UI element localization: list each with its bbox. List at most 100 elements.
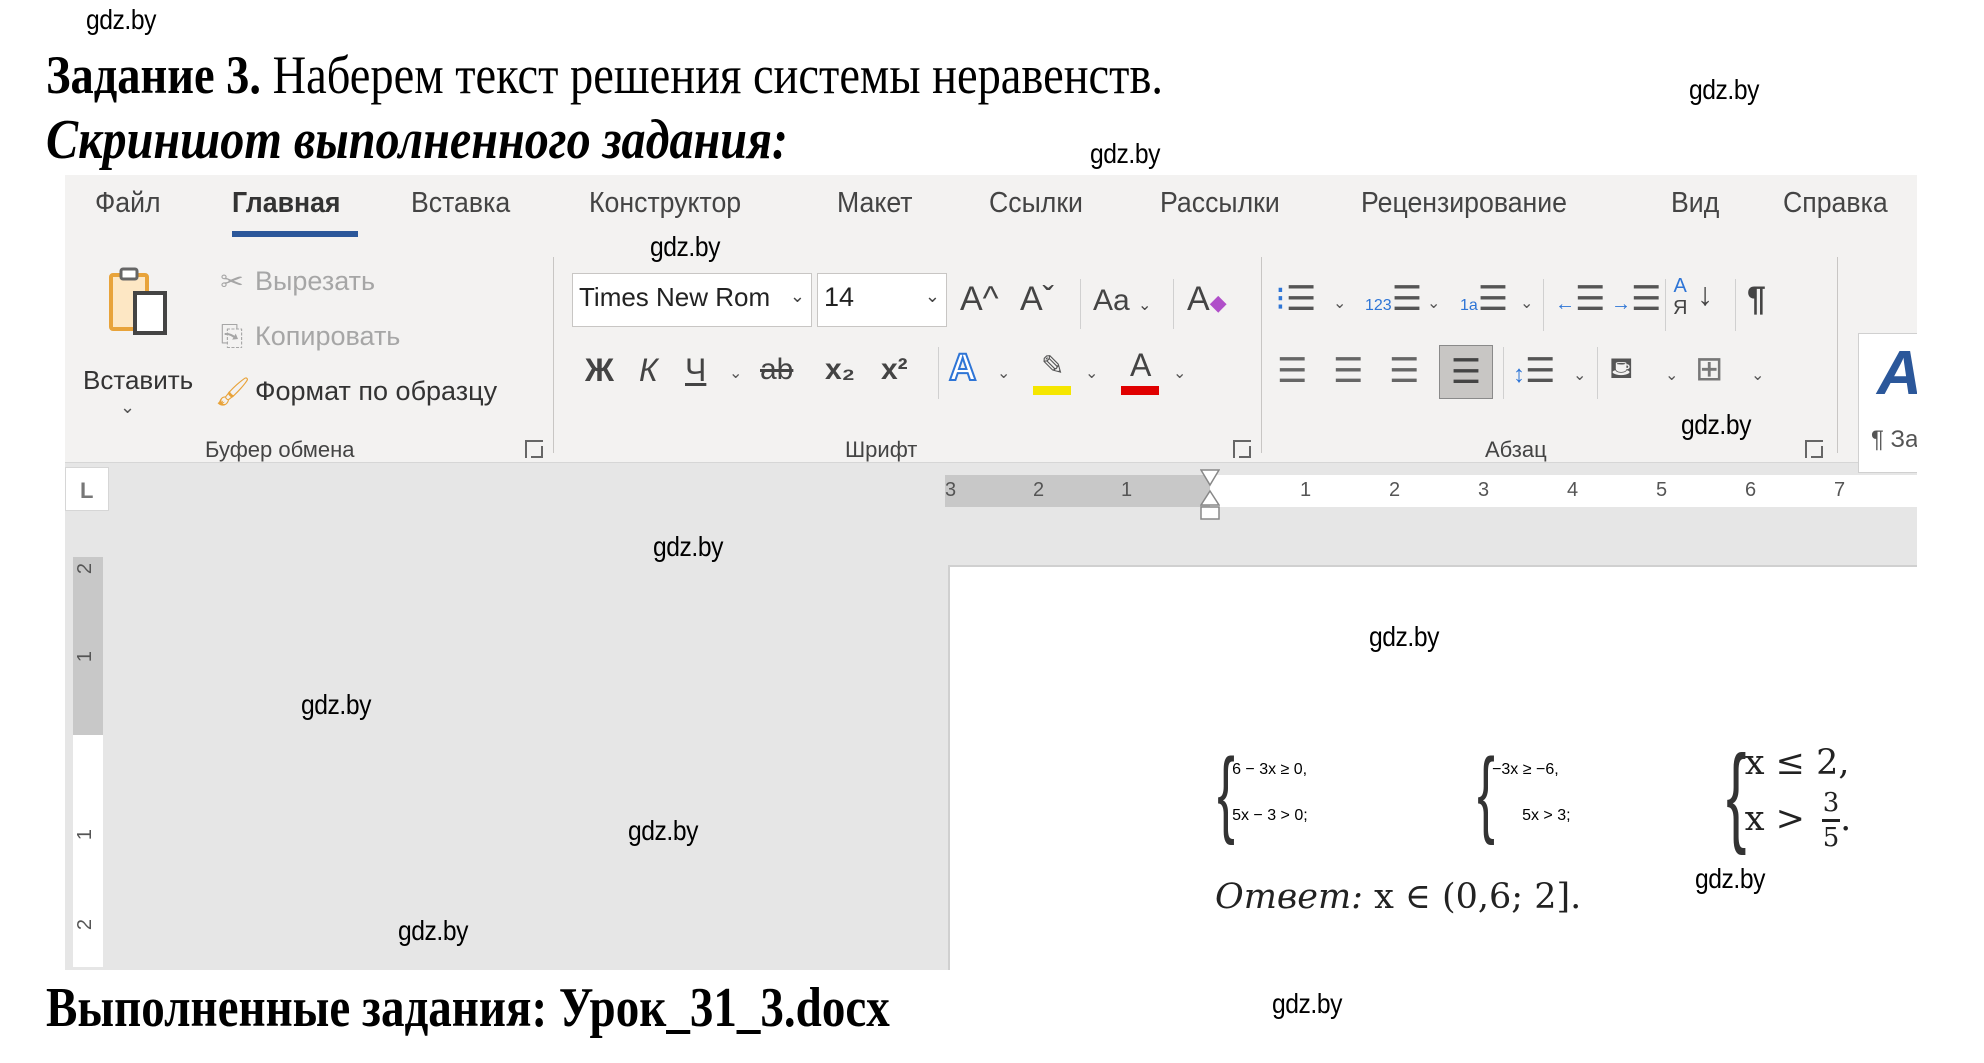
chevron-down-icon[interactable]: ⌄: [1085, 363, 1098, 383]
line-spacing-button[interactable]: ↕☰: [1513, 351, 1555, 395]
equation-line: 5x − 3 > 0;: [1232, 807, 1308, 824]
subscript-button[interactable]: x₂: [825, 350, 855, 390]
chevron-down-icon: ⌄: [924, 286, 940, 306]
grow-font-button[interactable]: A^: [960, 279, 999, 319]
paragraph-dialog-launcher-icon[interactable]: [1805, 440, 1823, 458]
multilevel-list-button[interactable]: 1a☰: [1460, 279, 1508, 326]
grow-font-icon: A^: [960, 280, 999, 318]
font-color-button[interactable]: A: [1121, 347, 1161, 395]
bold-button[interactable]: Ж: [585, 350, 614, 390]
tab-design[interactable]: Конструктор: [589, 187, 741, 220]
underline-button[interactable]: Ч: [685, 350, 706, 390]
ribbon-tabs: Файл Главная Вставка Конструктор Макет С…: [65, 175, 1917, 245]
task-label: Задание 3.: [46, 45, 262, 105]
chevron-down-icon[interactable]: ⌄: [1333, 293, 1346, 313]
font-color-icon: A: [1130, 347, 1152, 383]
tab-home[interactable]: Главная: [232, 187, 341, 220]
indent-marker-icon[interactable]: [1200, 469, 1220, 521]
horizontal-ruler[interactable]: 3 2 1 1 2 3 4 5 6 7 8: [945, 469, 1917, 520]
bullet-list-icon: ⁝☰: [1275, 280, 1317, 318]
tab-view[interactable]: Вид: [1671, 187, 1719, 220]
sort-icon: АЯ: [1673, 275, 1688, 319]
chevron-down-icon[interactable]: ⌄: [1573, 365, 1586, 385]
clear-formatting-button[interactable]: A◆: [1187, 279, 1227, 323]
align-left-button[interactable]: ☰: [1277, 351, 1307, 391]
chevron-down-icon[interactable]: ⌄: [997, 363, 1010, 383]
style-normal-heading[interactable]: Ac ¶ Загол: [1858, 333, 1917, 473]
chevron-down-icon[interactable]: ⌄: [1751, 365, 1764, 385]
font-size-select[interactable]: 14 ⌄: [817, 273, 947, 327]
font-name-select[interactable]: Times New Rom ⌄: [572, 273, 812, 327]
font-dialog-launcher-icon[interactable]: [1233, 440, 1251, 458]
align-left-icon: ☰: [1277, 352, 1308, 390]
tab-insert[interactable]: Вставка: [411, 187, 510, 220]
show-formatting-marks-button[interactable]: ¶: [1747, 279, 1766, 319]
chevron-down-icon[interactable]: ⌄: [729, 363, 742, 383]
chevron-down-icon[interactable]: ⌄: [120, 397, 135, 418]
shrink-font-icon: Aˇ: [1020, 280, 1054, 318]
tab-file[interactable]: Файл: [95, 187, 161, 220]
chevron-down-icon[interactable]: ⌄: [1520, 293, 1533, 313]
watermark: gdz.by: [650, 231, 720, 262]
watermark: gdz.by: [86, 4, 156, 35]
text-effects-button[interactable]: A: [948, 347, 977, 389]
tab-selector[interactable]: L: [65, 467, 109, 511]
ruler-tick: 6: [1745, 479, 1757, 501]
watermark: gdz.by: [398, 915, 468, 946]
equation-prefix: x >: [1744, 799, 1817, 839]
tab-help[interactable]: Справка: [1783, 187, 1888, 220]
tab-mailings[interactable]: Рассылки: [1160, 187, 1280, 220]
strikethrough-icon: ab: [760, 353, 794, 386]
subscript-icon: x₂: [825, 353, 856, 386]
cut-label: Вырезать: [255, 266, 376, 296]
change-case-button[interactable]: Aa ⌄: [1093, 281, 1151, 326]
tab-review[interactable]: Рецензирование: [1361, 187, 1567, 220]
clipboard-group-label: Буфер обмена: [205, 437, 355, 462]
numbering-button[interactable]: 123☰: [1365, 279, 1422, 326]
bullets-button[interactable]: ⁝☰: [1275, 279, 1316, 319]
justify-button[interactable]: ☰: [1439, 345, 1493, 399]
chevron-down-icon[interactable]: ⌄: [1173, 363, 1186, 383]
divider: [938, 347, 939, 399]
tab-layout[interactable]: Макет: [837, 187, 913, 220]
superscript-button[interactable]: x²: [881, 350, 908, 390]
clipboard-icon: [109, 267, 167, 335]
arrow-down-icon: ↓: [1697, 276, 1713, 312]
decrease-indent-icon: ←☰: [1555, 280, 1606, 318]
highlight-button[interactable]: ✎: [1033, 349, 1073, 395]
inequality-system-1: { 6 − 3x ≥ 0, 5x − 3 > 0;: [1210, 745, 1308, 841]
sort-button[interactable]: А Я ↓: [1673, 275, 1713, 319]
align-right-button[interactable]: ☰: [1389, 351, 1419, 391]
increase-indent-button[interactable]: →☰: [1611, 279, 1661, 324]
ruler-tick: 7: [1834, 479, 1846, 501]
cut-button[interactable]: ✂ Вырезать: [215, 265, 375, 298]
align-center-icon: ☰: [1333, 352, 1364, 390]
strikethrough-button[interactable]: ab: [760, 350, 793, 390]
shrink-font-button[interactable]: Aˇ: [1020, 279, 1054, 319]
group-divider: [1837, 257, 1838, 453]
clipboard-dialog-launcher-icon[interactable]: [525, 440, 543, 458]
format-painter-button[interactable]: 🖌 Формат по образцу: [215, 375, 497, 408]
left-margin-area: [945, 475, 1210, 507]
font-size-value: 14: [824, 282, 855, 312]
vertical-ruler[interactable]: 2 1 1 2: [73, 557, 103, 967]
watermark: gdz.by: [1681, 409, 1751, 440]
ruler-tick: 5: [1656, 479, 1668, 501]
brace-icon: {: [1477, 739, 1495, 846]
paragraph-group-label: Абзац: [1485, 437, 1547, 462]
chevron-down-icon[interactable]: ⌄: [1665, 365, 1678, 385]
borders-button[interactable]: ⊞: [1695, 349, 1724, 389]
align-center-button[interactable]: ☰: [1333, 351, 1363, 391]
completed-file-caption: Выполненные задания: Урок_31_3.docx: [46, 977, 890, 1039]
ruler-tick: 1: [1300, 479, 1312, 501]
fraction: 35: [1822, 789, 1841, 852]
equation-line: 6 − 3x ≥ 0,: [1232, 761, 1308, 778]
shading-button[interactable]: ⛾: [1609, 349, 1634, 389]
group-divider: [553, 257, 554, 453]
tab-references[interactable]: Ссылки: [989, 187, 1083, 220]
italic-button[interactable]: К: [639, 350, 658, 390]
underline-icon: Ч: [685, 352, 707, 388]
chevron-down-icon[interactable]: ⌄: [1427, 293, 1440, 313]
decrease-indent-button[interactable]: ←☰: [1555, 279, 1605, 324]
copy-button[interactable]: ⎘ Копировать: [215, 320, 401, 353]
